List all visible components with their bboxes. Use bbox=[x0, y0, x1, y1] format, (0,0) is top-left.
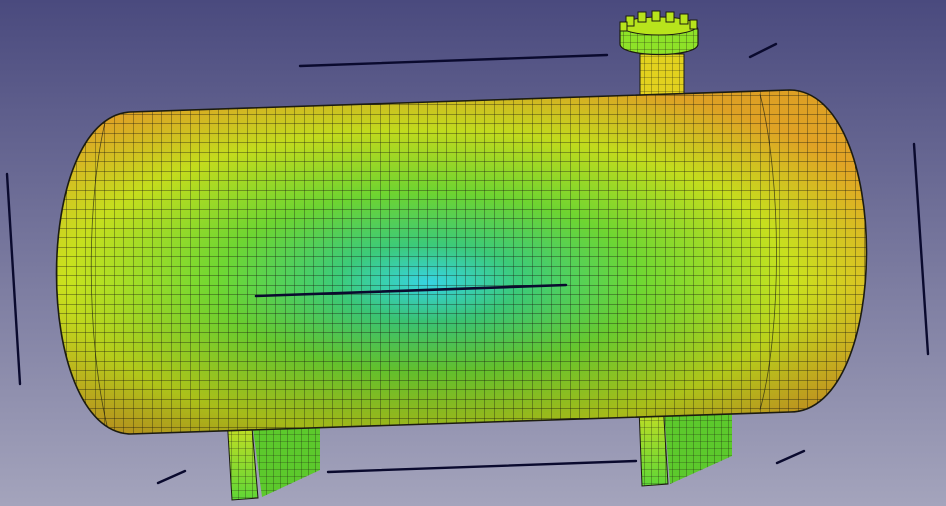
fem-viewport[interactable] bbox=[0, 0, 946, 506]
horizontal-pressure-vessel[interactable] bbox=[0, 80, 946, 450]
